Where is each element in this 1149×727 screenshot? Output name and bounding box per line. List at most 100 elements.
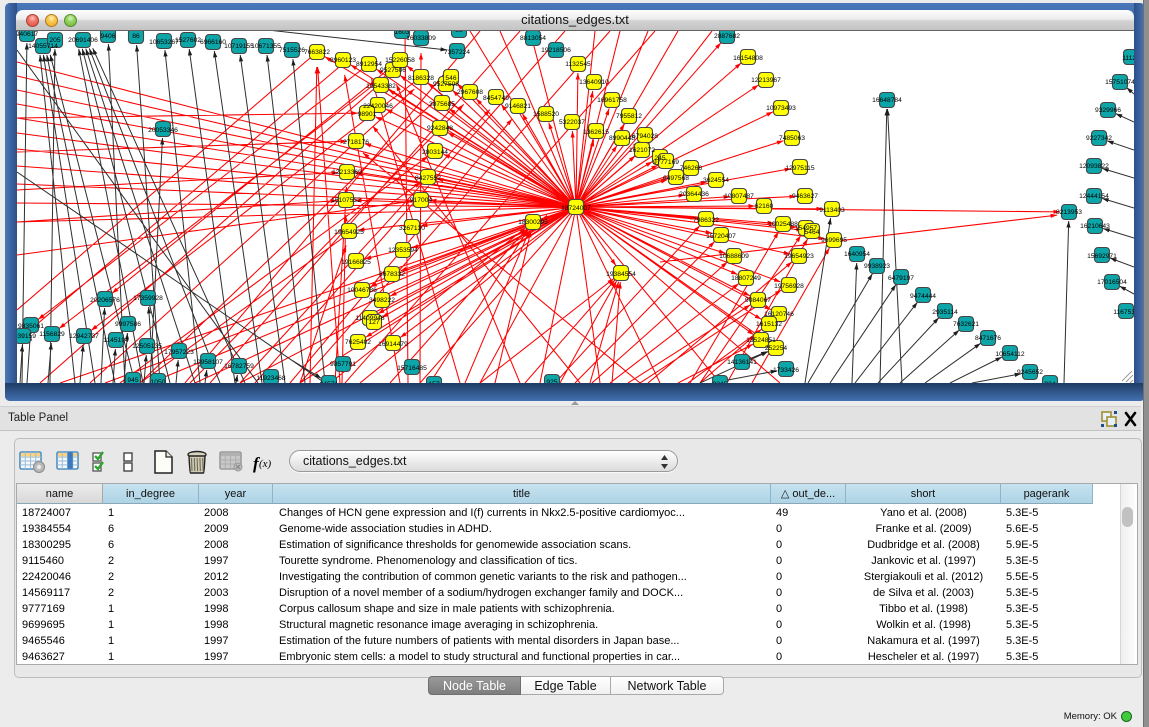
svg-text:5322037: 5322037 (559, 119, 585, 126)
svg-text:15720407: 15720407 (706, 233, 736, 240)
svg-text:7485063: 7485063 (779, 135, 805, 142)
svg-text:19166825: 19166825 (341, 259, 371, 266)
svg-text:13524851: 13524851 (746, 337, 776, 344)
svg-text:7663822: 7663822 (304, 49, 330, 56)
svg-text:127: 127 (368, 319, 379, 326)
svg-text:19654923: 19654923 (784, 253, 814, 260)
svg-text:14055714: 14055714 (28, 43, 58, 50)
svg-text:945: 945 (127, 377, 138, 383)
svg-text:252254: 252254 (765, 345, 788, 352)
svg-text:1527602: 1527602 (175, 37, 201, 44)
svg-text:7986322: 7986322 (693, 217, 719, 224)
svg-text:917004: 917004 (410, 197, 433, 204)
svg-text:9242848: 9242848 (427, 125, 453, 132)
svg-text:10719155: 10719155 (224, 43, 254, 50)
svg-text:3498222: 3498222 (369, 297, 395, 304)
svg-text:16120746: 16120746 (764, 311, 794, 318)
svg-text:94571: 94571 (320, 381, 339, 383)
svg-text:15716485: 15716485 (397, 365, 427, 372)
svg-text:12353594: 12353594 (388, 247, 418, 254)
svg-text:6794028: 6794028 (632, 133, 658, 140)
svg-text:12213369: 12213369 (332, 169, 362, 176)
svg-text:1156829: 1156829 (39, 331, 65, 338)
svg-text:2803144: 2803144 (422, 149, 448, 156)
svg-text:7955812: 7955812 (616, 113, 642, 120)
svg-text:13640910: 13640910 (579, 79, 609, 86)
svg-text:10046786: 10046786 (347, 287, 377, 294)
svg-text:14136141: 14136141 (727, 359, 757, 366)
svg-text:98901: 98901 (358, 111, 377, 118)
svg-text:7357224: 7357224 (444, 49, 470, 56)
svg-text:925: 925 (546, 379, 557, 383)
svg-text:20364436: 20364436 (679, 191, 709, 198)
svg-text:16782759: 16782759 (224, 363, 254, 370)
svg-text:9527508: 9527508 (433, 81, 459, 88)
svg-text:2718176: 2718176 (343, 139, 369, 146)
svg-text:8186328: 8186328 (408, 75, 434, 82)
svg-text:12213967: 12213967 (751, 77, 781, 84)
svg-text:1050: 1050 (151, 379, 166, 383)
svg-text:19218506: 19218506 (541, 47, 571, 54)
svg-text:11123: 11123 (1122, 55, 1134, 62)
svg-text:9474444: 9474444 (910, 293, 936, 300)
svg-text:15751074: 15751074 (1105, 79, 1134, 86)
svg-text:8960123: 8960123 (330, 57, 356, 64)
svg-text:10688609: 10688609 (719, 253, 749, 260)
svg-text:3624554: 3624554 (703, 177, 729, 184)
svg-text:20053346: 20053346 (148, 127, 178, 134)
svg-text:8427552: 8427552 (415, 175, 441, 182)
svg-text:10973493: 10973493 (766, 105, 796, 112)
svg-text:12942737: 12942737 (69, 333, 99, 340)
svg-text:1362615: 1362615 (583, 129, 609, 136)
svg-text:3267130: 3267130 (399, 225, 425, 232)
svg-text:17957223: 17957223 (164, 349, 194, 356)
svg-text:12444154: 12444154 (1079, 193, 1109, 200)
svg-text:9406: 9406 (101, 33, 116, 40)
svg-text:16648784: 16648784 (872, 97, 902, 104)
svg-text:1733426: 1733426 (773, 367, 799, 374)
svg-text:9527506: 9527506 (380, 67, 406, 74)
svg-text:2935114: 2935114 (932, 309, 958, 316)
svg-text:16543382: 16543382 (366, 83, 396, 90)
svg-text:9939159: 9939159 (17, 333, 36, 340)
svg-text:10654112: 10654112 (995, 351, 1025, 358)
svg-text:1621072: 1621072 (629, 147, 655, 154)
svg-text:16210643: 16210643 (1080, 223, 1110, 230)
svg-text:7632621: 7632621 (953, 321, 979, 328)
svg-text:1167531: 1167531 (1113, 309, 1134, 316)
svg-text:88: 88 (455, 31, 463, 34)
svg-text:16033809: 16033809 (406, 35, 436, 42)
svg-text:9245: 9245 (713, 381, 728, 383)
svg-text:10807487: 10807487 (724, 193, 754, 200)
svg-text:11923468: 11923468 (256, 375, 286, 382)
svg-text:12505135: 12505135 (132, 343, 162, 350)
svg-text:9835061: 9835061 (18, 323, 44, 330)
svg-text:8454749: 8454749 (483, 95, 509, 102)
svg-text:8813054: 8813054 (520, 35, 546, 42)
svg-text:9938923: 9938923 (864, 263, 890, 270)
svg-text:940617: 940617 (17, 31, 38, 38)
svg-text:6966160: 6966160 (200, 39, 226, 46)
svg-text:9329966: 9329966 (1095, 107, 1121, 114)
svg-text:19384554: 19384554 (606, 271, 636, 278)
svg-text:1145194: 1145194 (103, 337, 129, 344)
svg-text:15226058: 15226058 (385, 57, 415, 64)
svg-text:17359928: 17359928 (133, 295, 163, 302)
svg-text:9997586: 9997586 (115, 321, 141, 328)
svg-text:7515526: 7515526 (279, 47, 305, 54)
svg-text:10958107: 10958107 (193, 359, 223, 366)
svg-text:9113403: 9113403 (819, 207, 845, 214)
svg-text:205: 205 (49, 37, 60, 44)
svg-text:16961758: 16961758 (597, 97, 627, 104)
svg-text:18300295: 18300295 (518, 219, 548, 226)
svg-text:20691406: 20691406 (68, 37, 98, 44)
svg-text:3875685: 3875685 (429, 101, 455, 108)
svg-text:5464: 5464 (805, 229, 820, 236)
svg-text:16914479: 16914479 (378, 341, 408, 348)
svg-text:15692971: 15692971 (1087, 253, 1117, 260)
svg-text:7625402: 7625402 (345, 339, 371, 346)
svg-text:746266: 746266 (680, 165, 703, 172)
svg-text:2887682: 2887682 (714, 33, 740, 40)
svg-text:10025488: 10025488 (768, 221, 798, 228)
svg-text:6479197: 6479197 (888, 275, 914, 282)
